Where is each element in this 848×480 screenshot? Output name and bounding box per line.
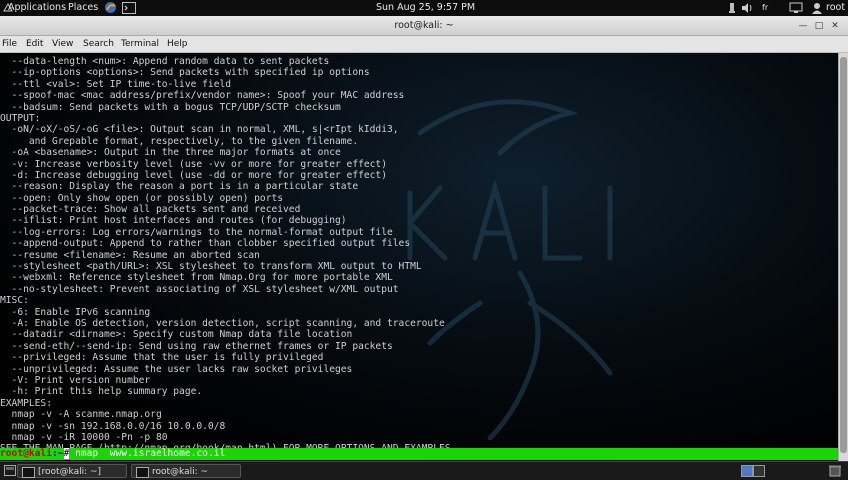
taskbar-item-label: root@kali: ~: [152, 467, 209, 477]
terminal-line: --unprivileged: Assume the user lacks ra…: [0, 363, 353, 375]
trash-icon[interactable]: [828, 465, 842, 480]
close-icon[interactable]: ✕: [828, 20, 842, 32]
terminal-line: -h: Print this help summary page.: [0, 386, 203, 398]
terminal-line: EXAMPLES:: [0, 397, 52, 409]
terminal-line: -oN/-oX/-oS/-oG <file>: Output scan in n…: [0, 124, 399, 136]
terminal-line: -A: Enable OS detection, version detecti…: [0, 317, 445, 329]
terminal-icon: [22, 467, 35, 478]
terminal-line: -oA <basename>: Output in the three majo…: [0, 147, 341, 159]
window-titlebar[interactable]: root@kali: ~ — □ ✕: [0, 16, 848, 36]
user-menu[interactable]: root: [826, 0, 845, 16]
terminal-line: --reason: Display the reason a port is i…: [0, 181, 359, 193]
terminal-line: -6: Enable IPv6 scanning: [0, 306, 151, 318]
menu-search[interactable]: Search: [83, 36, 114, 53]
terminal-line: --data-length <num>: Append random data …: [0, 56, 330, 67]
clock[interactable]: Sun Aug 25, 9:57 PM: [376, 0, 475, 16]
command-text[interactable]: nmap www.israelhome.co.il: [69, 448, 225, 459]
workspace-switcher-icon[interactable]: [741, 465, 765, 480]
terminal-line: --webxml: Reference stylesheet from Nmap…: [0, 272, 393, 284]
terminal-line: --datadir <dirname>: Specify custom Nmap…: [0, 329, 353, 341]
terminal-scrollbar[interactable]: [838, 53, 848, 461]
menubar: File Edit View Search Terminal Help: [0, 36, 848, 53]
iceweasel-launcher-icon[interactable]: [104, 0, 117, 16]
taskbar-item-label: [root@kali: ~]: [38, 467, 102, 477]
terminal-prompt-line[interactable]: root@kali:~# nmap www.israelhome.co.il: [0, 448, 838, 460]
terminal-line: --no-stylesheet: Prevent associating of …: [0, 283, 399, 295]
terminal-line: OUTPUT:: [0, 112, 41, 124]
terminal-line: nmap -v -A scanme.nmap.org: [0, 409, 162, 421]
terminal-line: --resume <filename>: Resume an aborted s…: [0, 249, 260, 261]
terminal-launcher-icon[interactable]: [122, 0, 136, 16]
terminal-line: --badsum: Send packets with a bogus TCP/…: [0, 101, 341, 113]
places-menu[interactable]: Places: [68, 0, 98, 16]
keyboard-layout-indicator[interactable]: fr: [762, 0, 768, 16]
show-desktop-icon[interactable]: [4, 465, 16, 479]
terminal-line: --ip-options <options>: Send packets wit…: [0, 67, 370, 79]
terminal-line: -d: Increase debugging level (use -dd or…: [0, 169, 387, 181]
menu-terminal[interactable]: Terminal: [121, 36, 159, 53]
terminal-line: --ttl <val>: Set IP time-to-live field: [0, 78, 232, 90]
user-icon[interactable]: [812, 0, 822, 16]
terminal-line: and Grepable format, respectively, to th…: [0, 135, 359, 147]
network-icon[interactable]: [789, 0, 803, 16]
terminal-line: --log-errors: Log errors/warnings to the…: [0, 226, 393, 238]
terminal-line: -v: Increase verbosity level (use -vv or…: [0, 158, 387, 170]
terminal-line: --packet-trace: Show all packets sent an…: [0, 204, 301, 216]
terminal-line: --iflist: Print host interfaces and rout…: [0, 215, 347, 227]
menu-view[interactable]: View: [52, 36, 73, 53]
terminal-line: --stylesheet <path/URL>: XSL stylesheet …: [0, 261, 422, 273]
scrollbar-thumb[interactable]: [840, 57, 847, 453]
terminal-output: --data-length <num>: Append random data …: [0, 56, 838, 455]
terminal-line: nmap -v -sn 192.168.0.0/16 10.0.0.0/8: [0, 420, 226, 432]
top-panel: Applications Places Sun Aug 25, 9:57 PM …: [0, 0, 848, 16]
terminal-line: nmap -v -iR 10000 -Pn -p 80: [0, 431, 168, 443]
menu-edit[interactable]: Edit: [26, 36, 43, 53]
terminal-icon: [136, 467, 149, 478]
taskbar-item-terminal-1[interactable]: [root@kali: ~]: [17, 464, 127, 478]
bottom-taskbar: [root@kali: ~] root@kali: ~: [0, 461, 848, 480]
terminal-line: MISC:: [0, 295, 29, 307]
terminal-line: --send-eth/--send-ip: Send using raw eth…: [0, 340, 393, 352]
applications-menu[interactable]: Applications: [6, 0, 66, 16]
volume-icon[interactable]: [741, 0, 754, 16]
terminal-area[interactable]: --data-length <num>: Append random data …: [0, 53, 838, 461]
menu-file[interactable]: File: [2, 36, 17, 53]
window-title: root@kali: ~: [394, 20, 454, 31]
taskbar-item-terminal-2[interactable]: root@kali: ~: [131, 464, 241, 478]
terminal-line: --open: Only show open (or possibly open…: [0, 192, 284, 204]
maximize-icon[interactable]: □: [812, 20, 826, 32]
menu-help[interactable]: Help: [167, 36, 188, 53]
terminal-line: --spoof-mac <mac address/prefix/vendor n…: [0, 90, 405, 102]
minimize-icon[interactable]: —: [796, 20, 810, 32]
prompt-user: root@kali: [0, 448, 52, 459]
prompt-path: :~: [51, 448, 64, 459]
terminal-line: --privileged: Assume that the user is fu…: [0, 352, 324, 364]
terminal-line: -V: Print version number: [0, 374, 151, 386]
terminal-line: --append-output: Append to rather than c…: [0, 238, 411, 250]
power-icon[interactable]: [726, 0, 738, 16]
